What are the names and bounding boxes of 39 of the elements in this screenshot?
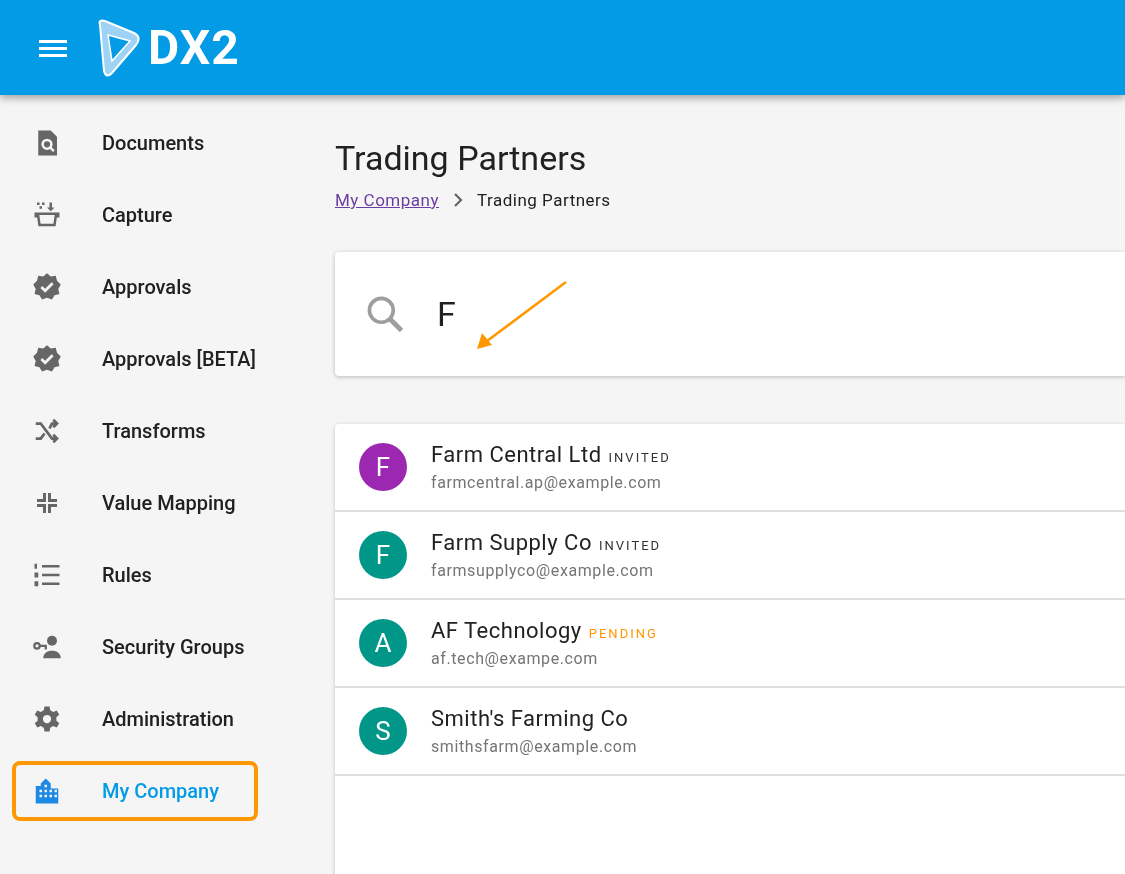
sidebar-item[interactable]: Documents: [12, 113, 258, 173]
partner-name: Smith's Farming Co: [431, 706, 629, 731]
partner-name: Farm Central Ltd: [431, 442, 602, 467]
partner-name: AF Technology: [431, 618, 582, 643]
logo-icon: [96, 18, 142, 77]
sidebar-item[interactable]: Transforms: [12, 401, 258, 461]
partner-email: farmcentral.ap@example.com: [431, 473, 663, 492]
avatar: A: [359, 619, 407, 667]
avatar: F: [359, 443, 407, 491]
avatar: F: [359, 531, 407, 579]
sidebar-item[interactable]: Rules: [12, 545, 258, 605]
partner-email: smithsfarm@example.com: [431, 737, 638, 756]
partner-row[interactable]: A AF Technology PENDING af.tech@exampe.com: [335, 600, 1125, 688]
sidebar-item[interactable]: Approvals [BETA]: [12, 329, 258, 389]
breadcrumb-link[interactable]: My Company: [335, 190, 439, 210]
status-label: INVITED: [598, 538, 662, 553]
breadcrumb-current: Trading Partners: [477, 190, 611, 210]
partner-email: farmsupplyco@example.com: [431, 561, 655, 580]
sidebar-item[interactable]: Capture: [12, 185, 258, 245]
partner-row[interactable]: F Farm Central Ltd INVITED farmcentral.ap@example.com: [335, 424, 1125, 512]
badge-check-icon: [32, 272, 62, 302]
search-input[interactable]: F: [435, 293, 939, 335]
menu-icon[interactable]: [39, 37, 67, 58]
settings-icon: [32, 704, 62, 734]
page-title: Trading Partners: [335, 138, 588, 178]
badge-check-icon: [32, 344, 62, 374]
partner-row[interactable]: F Farm Supply Co INVITED farmsupplyco@example.com: [335, 512, 1125, 600]
chevron-right-icon: [453, 192, 463, 208]
partner-row[interactable]: S Smith's Farming Co smithsfarm@example.com: [335, 688, 1125, 776]
sidebar-item[interactable]: Approvals: [12, 257, 258, 317]
status-label: INVITED: [608, 450, 671, 465]
sidebar-item[interactable]: Security Groups: [12, 617, 258, 677]
partner-email: af.tech@exampe.com: [431, 649, 599, 668]
sidebar-item[interactable]: Value Mapping: [12, 473, 258, 533]
logo-text: DX2: [148, 19, 240, 76]
partner-name: Farm Supply Co: [431, 530, 592, 555]
avatar: S: [359, 707, 407, 755]
status-label: PENDING: [588, 626, 658, 641]
sidebar-item[interactable]: Administration: [12, 689, 258, 749]
